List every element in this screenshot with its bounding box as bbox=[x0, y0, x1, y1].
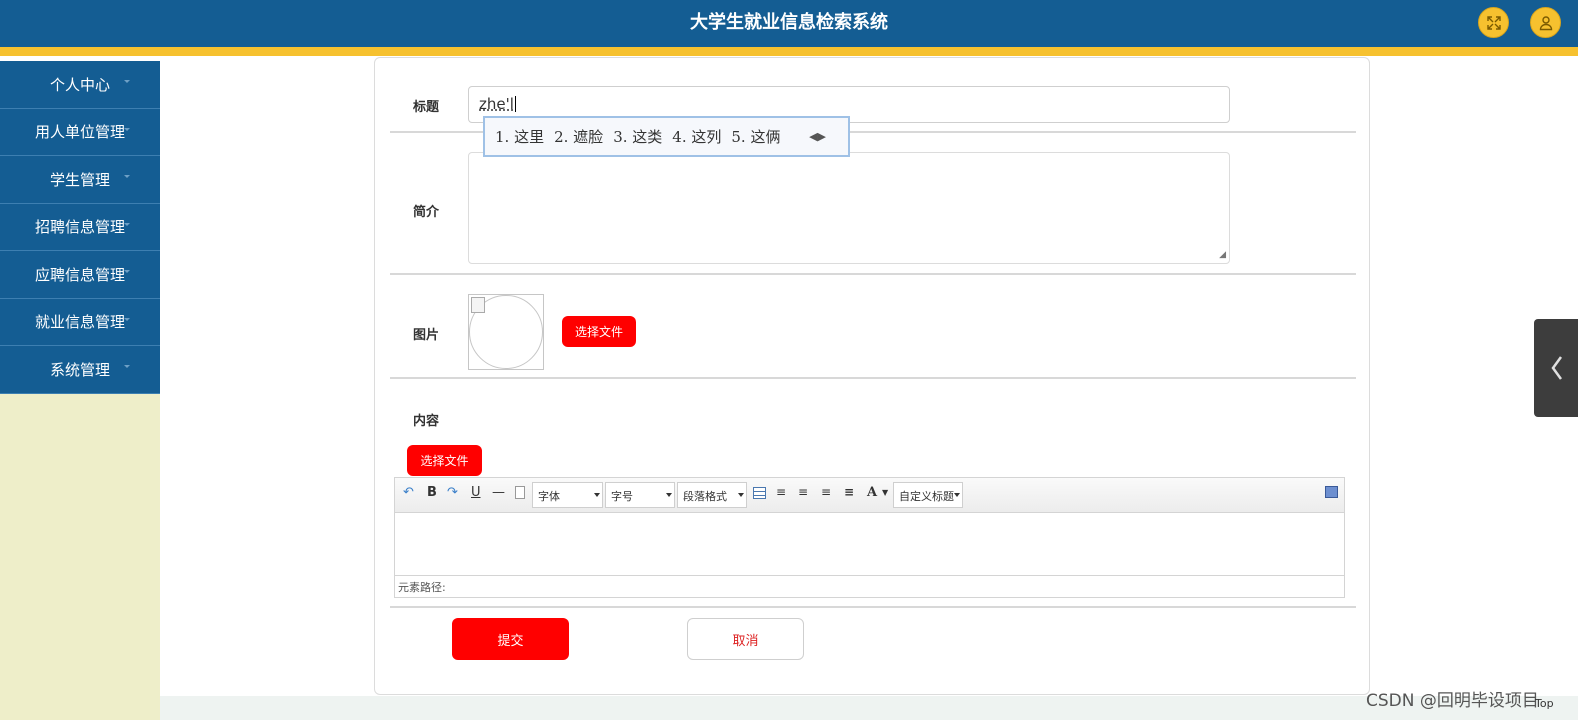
font-color-button[interactable]: A bbox=[867, 485, 877, 500]
align-left-icon[interactable]: ≡ bbox=[776, 485, 786, 499]
sidebar-item-label: 个人中心 bbox=[49, 75, 110, 94]
horizontal-rule-icon[interactable]: — bbox=[492, 485, 505, 500]
dropdown-arrow-icon bbox=[594, 493, 600, 497]
ime-candidate-popup: 1. 这里 2. 遮脸 3. 这类 4. 这列 5. 这俩 ◀▶ bbox=[483, 116, 850, 157]
text-cursor bbox=[514, 96, 516, 112]
undo-icon[interactable]: ↶ bbox=[403, 485, 414, 500]
header-stripe bbox=[0, 47, 1578, 56]
caret-down-icon bbox=[124, 80, 130, 83]
image-choose-file-button[interactable]: 选择文件 bbox=[562, 316, 636, 347]
element-path-label: 元素路径: bbox=[398, 581, 446, 594]
sidebar-item-recruitment-management[interactable]: 招聘信息管理 bbox=[0, 203, 160, 251]
submit-button[interactable]: 提交 bbox=[452, 618, 569, 660]
bold-button[interactable]: B bbox=[427, 485, 437, 500]
caret-down-icon bbox=[124, 175, 130, 178]
custom-title-value: 自定义标题 bbox=[899, 490, 954, 503]
align-center-icon[interactable]: ≡ bbox=[821, 485, 831, 499]
align-justify-icon[interactable]: ≡ bbox=[844, 485, 854, 499]
sidebar: 个人中心 用人单位管理 学生管理 招聘信息管理 应聘信息管理 就业信息管理 系统… bbox=[0, 61, 160, 720]
row-divider bbox=[390, 606, 1356, 608]
ime-candidate[interactable]: 2. 遮脸 bbox=[554, 126, 603, 147]
sidebar-item-application-management[interactable]: 应聘信息管理 bbox=[0, 251, 160, 299]
caret-down-icon bbox=[124, 365, 130, 368]
fullscreen-button[interactable] bbox=[1478, 7, 1509, 38]
broken-image-icon bbox=[471, 297, 485, 313]
caret-down-icon bbox=[124, 317, 130, 321]
paragraph-format-value: 段落格式 bbox=[683, 490, 727, 503]
redo-icon[interactable]: ↷ bbox=[447, 485, 458, 500]
dropdown-arrow-icon bbox=[738, 493, 744, 497]
cancel-button[interactable]: 取消 bbox=[687, 618, 804, 660]
sidebar-item-label: 应聘信息管理 bbox=[34, 265, 125, 284]
underline-button[interactable]: U bbox=[471, 485, 481, 500]
caret-down-icon bbox=[124, 127, 130, 131]
ime-candidate[interactable]: 3. 这类 bbox=[613, 126, 662, 147]
font-size-select[interactable]: 字号 bbox=[605, 482, 675, 508]
sidebar-item-student-management[interactable]: 学生管理 bbox=[0, 156, 160, 204]
sidebar-item-employer-management[interactable]: 用人单位管理 bbox=[0, 108, 160, 156]
csdn-watermark: CSDN @回明毕设项目 bbox=[1366, 691, 1539, 711]
font-color-dropdown-icon[interactable]: ▼ bbox=[882, 488, 888, 497]
paragraph-format-select[interactable]: 段落格式 bbox=[677, 482, 747, 508]
editor-content-area[interactable] bbox=[395, 513, 1344, 575]
intro-label: 简介 bbox=[413, 205, 440, 220]
image-preview bbox=[468, 294, 544, 370]
title-label: 标题 bbox=[413, 100, 440, 115]
sidebar-item-label: 用人单位管理 bbox=[34, 123, 125, 142]
sidebar-item-label: 招聘信息管理 bbox=[34, 218, 125, 237]
ime-page-arrows-icon[interactable]: ◀▶ bbox=[809, 130, 826, 143]
fullscreen-editor-icon[interactable] bbox=[1325, 486, 1338, 498]
caret-down-icon bbox=[124, 270, 130, 273]
table-icon[interactable] bbox=[753, 487, 766, 499]
font-size-value: 字号 bbox=[611, 490, 633, 503]
sidebar-item-label: 就业信息管理 bbox=[34, 313, 125, 332]
chevron-left-icon bbox=[1551, 356, 1563, 380]
ime-candidate[interactable]: 4. 这列 bbox=[672, 126, 721, 147]
app-title: 大学生就业信息检索系统 bbox=[690, 12, 888, 33]
back-to-top-link[interactable]: Top bbox=[1535, 697, 1554, 710]
editor-toolbar: ↶ B ↷ U — 字体 字号 段落格式 ≡ ≡ ≡ ≡ A ▼ 自定义标题 bbox=[395, 478, 1344, 513]
sidebar-item-label: 系统管理 bbox=[49, 360, 110, 379]
dropdown-arrow-icon bbox=[666, 493, 672, 497]
row-divider bbox=[390, 273, 1356, 275]
content-label: 内容 bbox=[413, 414, 440, 429]
ime-candidate[interactable]: 1. 这里 bbox=[495, 126, 544, 147]
fullscreen-icon bbox=[1486, 15, 1501, 30]
sidebar-item-personal-center[interactable]: 个人中心 bbox=[0, 61, 160, 109]
user-icon bbox=[1539, 15, 1552, 30]
align-right-icon[interactable]: ≡ bbox=[798, 485, 808, 499]
title-input-value: zhe'l bbox=[479, 95, 514, 113]
content-choose-file-button[interactable]: 选择文件 bbox=[407, 445, 482, 476]
blank-page-icon[interactable] bbox=[515, 486, 525, 499]
side-panel-toggle[interactable] bbox=[1534, 319, 1578, 417]
user-button[interactable] bbox=[1530, 7, 1561, 38]
font-family-value: 字体 bbox=[538, 490, 560, 503]
caret-down-icon bbox=[124, 222, 130, 226]
rich-text-editor: ↶ B ↷ U — 字体 字号 段落格式 ≡ ≡ ≡ ≡ A ▼ 自定义标题 元… bbox=[394, 477, 1345, 598]
custom-title-select[interactable]: 自定义标题 bbox=[893, 482, 963, 508]
sidebar-item-employment-management[interactable]: 就业信息管理 bbox=[0, 298, 160, 346]
ime-candidate[interactable]: 5. 这俩 bbox=[731, 126, 780, 147]
row-divider bbox=[390, 377, 1356, 379]
sidebar-item-label: 学生管理 bbox=[49, 170, 110, 189]
image-label: 图片 bbox=[413, 328, 440, 343]
sidebar-item-system-management[interactable]: 系统管理 bbox=[0, 346, 160, 394]
dropdown-arrow-icon bbox=[954, 493, 960, 497]
font-family-select[interactable]: 字体 bbox=[532, 482, 603, 508]
intro-textarea[interactable]: ◢ bbox=[468, 152, 1230, 264]
resize-handle-icon[interactable]: ◢ bbox=[1219, 250, 1226, 260]
editor-status-bar: 元素路径: bbox=[395, 575, 1344, 597]
